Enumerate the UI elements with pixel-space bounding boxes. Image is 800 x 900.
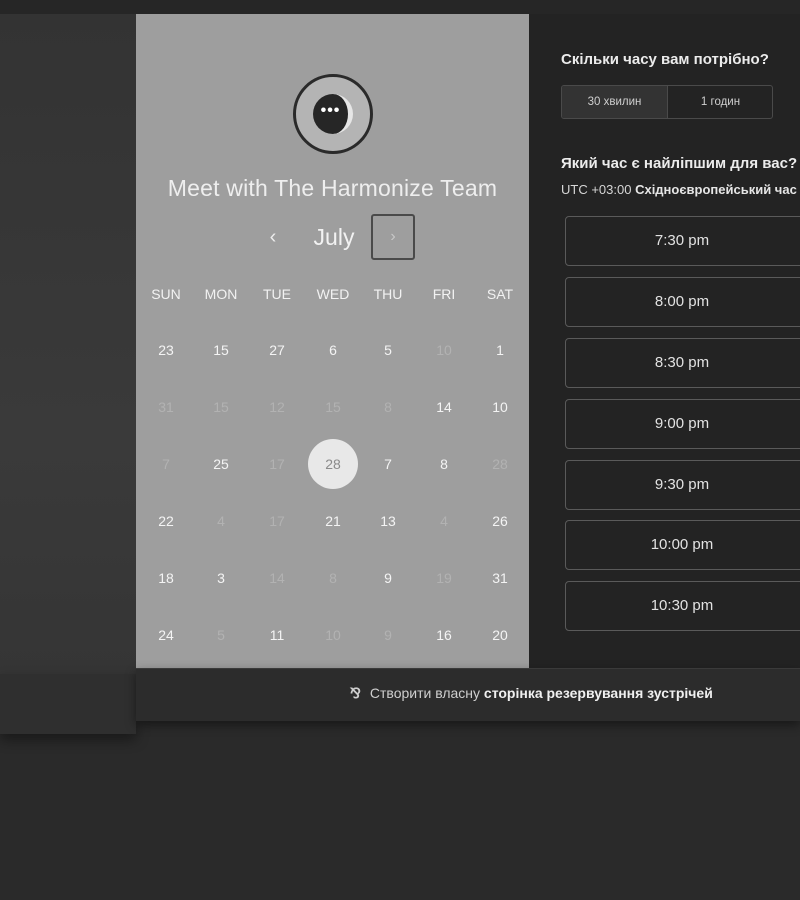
time-slot[interactable]: 9:30 pm	[565, 460, 800, 510]
time-slot[interactable]: 10:00 pm	[565, 520, 800, 570]
calendar-day: 8	[329, 570, 337, 586]
top-strip	[0, 0, 800, 14]
calendar-day[interactable]: 13	[360, 506, 416, 536]
duration-30-button[interactable]: 30 хвилин	[562, 86, 667, 118]
calendar-day[interactable]: 27	[249, 335, 305, 365]
footer: ⅋ Створити власну сторінка резервування …	[136, 668, 800, 721]
avatar: •••	[293, 74, 373, 154]
timezone-name: Східноєвропейський час	[635, 182, 797, 197]
time-slot[interactable]: 8:00 pm	[565, 277, 800, 327]
calendar-day[interactable]: 26	[472, 506, 528, 536]
calendar-day[interactable]: 14	[416, 392, 472, 422]
time-slot-label: 10:30 pm	[650, 597, 714, 614]
duration-selector: 30 хвилин 1 годин	[561, 85, 773, 119]
backdrop-band	[0, 674, 136, 734]
calendar-day[interactable]: 16	[416, 620, 472, 650]
calendar-day: 28	[492, 456, 508, 472]
time-question: Який час є найліпшим для вас?	[561, 155, 798, 172]
calendar-day: 15	[325, 399, 341, 415]
calendar-day: 10	[436, 342, 452, 358]
timezone-offset: UTC +03:00	[561, 182, 632, 197]
time-slot[interactable]: 7:30 pm	[565, 216, 800, 266]
calendar-day: 4	[440, 513, 448, 529]
weekday-label: MON	[204, 286, 238, 302]
calendar-day[interactable]: 23	[138, 335, 194, 365]
calendar-day: 17	[269, 456, 285, 472]
month-label: July	[313, 224, 355, 250]
calendar-day[interactable]: 6	[305, 335, 361, 365]
calendar-day: 19	[436, 570, 452, 586]
calendar-day[interactable]: 25	[193, 449, 249, 479]
calendar-day[interactable]: 18	[138, 563, 194, 593]
calendar-day: 9	[384, 627, 392, 643]
timezone-label[interactable]: UTC +03:00 Східноєвропейський час	[561, 182, 797, 197]
calendar-day: 5	[217, 627, 225, 643]
calendar-day: 17	[269, 513, 285, 529]
page-backdrop	[0, 14, 136, 734]
time-slot[interactable]: 8:30 pm	[565, 338, 800, 388]
calendar-day: 15	[213, 399, 229, 415]
prev-month-button[interactable]: ‹	[263, 222, 283, 252]
calendar-day[interactable]: 21	[305, 506, 361, 536]
footer-text-bold: сторінка резервування зустрічей	[483, 685, 713, 701]
calendar-day[interactable]: 7	[360, 449, 416, 479]
next-month-button[interactable]: ›	[371, 214, 415, 260]
calendar-day[interactable]: 8	[416, 449, 472, 479]
footer-link[interactable]: ⅋ Створити власну сторінка резервування …	[350, 685, 713, 702]
duration-question: Скільки часу вам потрібно?	[561, 51, 769, 68]
calendar-day[interactable]: 20	[472, 620, 528, 650]
calendar-day[interactable]: 22	[138, 506, 194, 536]
calendar-day: 7	[162, 456, 170, 472]
weekday-label: SAT	[486, 286, 514, 302]
time-slot-label: 9:00 pm	[654, 415, 710, 432]
time-slot-label: 9:30 pm	[654, 476, 710, 493]
calendar-day[interactable]: 31	[472, 563, 528, 593]
meet-title: Meet with The Harmonize Team	[167, 175, 498, 201]
calendar-day[interactable]: 5	[360, 335, 416, 365]
calendar-day: 10	[325, 627, 341, 643]
time-slot-label: 8:30 pm	[654, 354, 710, 371]
page: ••• Meet with The Harmonize Team ‹ July …	[0, 0, 800, 900]
calendar-day: 14	[269, 570, 285, 586]
calendar-day[interactable]: 9	[360, 563, 416, 593]
selected-day[interactable]: 28	[308, 439, 358, 489]
weekday-label: WED	[316, 286, 350, 302]
calendar-day: 12	[269, 399, 285, 415]
duration-60-button[interactable]: 1 годин	[667, 86, 772, 118]
booking-panel: Скільки часу вам потрібно? 30 хвилин 1 г…	[529, 14, 800, 668]
time-slot[interactable]: 10:30 pm	[565, 581, 800, 631]
calendar-day: 8	[384, 399, 392, 415]
dots-icon: •••	[320, 102, 341, 119]
booking-card: ••• Meet with The Harmonize Team ‹ July …	[136, 14, 800, 721]
calendar-day[interactable]: 15	[193, 335, 249, 365]
weekday-label: TUE	[263, 286, 291, 302]
calendar-day[interactable]: 24	[138, 620, 194, 650]
calendar-day[interactable]: 1	[472, 335, 528, 365]
hubspot-sprocket-icon: ⅋	[350, 685, 361, 701]
calendar-day[interactable]: 10	[472, 392, 528, 422]
time-slot[interactable]: 9:00 pm	[565, 399, 800, 449]
chat-bubble-icon: •••	[313, 94, 353, 134]
calendar-day[interactable]: 3	[193, 563, 249, 593]
calendar-day: 4	[217, 513, 225, 529]
calendar-panel: ••• Meet with The Harmonize Team ‹ July …	[136, 14, 529, 668]
calendar-day[interactable]: 11	[249, 620, 305, 650]
calendar-day: 31	[158, 399, 174, 415]
time-slot-label: 7:30 pm	[654, 232, 710, 249]
time-slot-label: 8:00 pm	[654, 293, 710, 310]
weekday-label: SUN	[151, 286, 181, 302]
footer-text-prefix: Створити власну	[369, 685, 481, 701]
time-slot-label: 10:00 pm	[650, 536, 714, 553]
weekday-label: FRI	[432, 286, 456, 302]
weekday-label: THU	[373, 286, 403, 302]
